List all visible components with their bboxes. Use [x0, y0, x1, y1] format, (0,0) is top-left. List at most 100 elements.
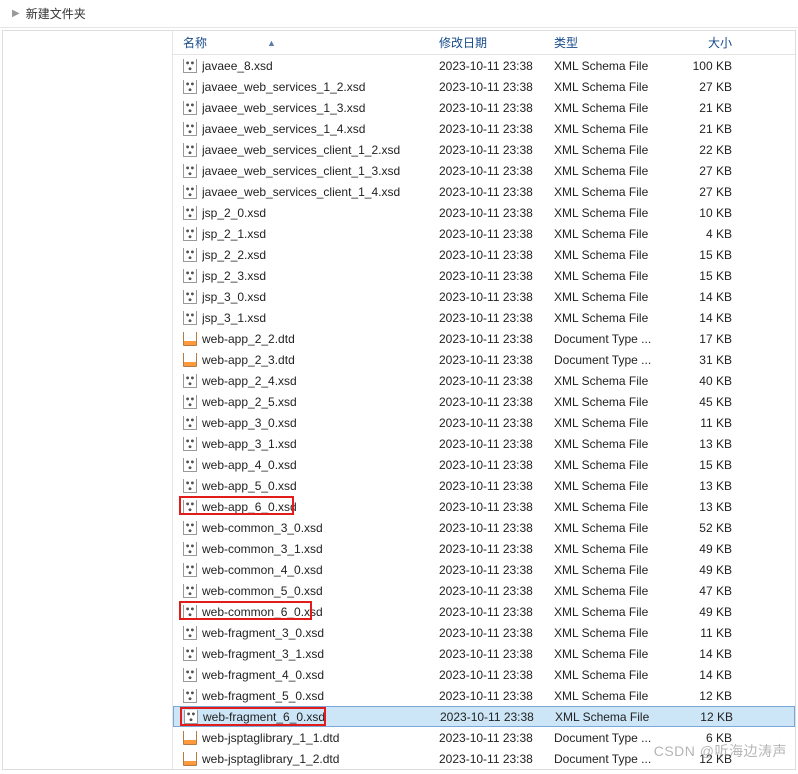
table-row[interactable]: web-app_2_4.xsd2023-10-11 23:38XML Schem… — [173, 370, 795, 391]
table-row[interactable]: web-app_6_0.xsd2023-10-11 23:38XML Schem… — [173, 496, 795, 517]
table-row[interactable]: jsp_2_0.xsd2023-10-11 23:38XML Schema Fi… — [173, 202, 795, 223]
xsd-file-icon — [183, 248, 197, 262]
file-name: web-fragment_3_1.xsd — [202, 647, 324, 661]
file-size: 15 KB — [668, 248, 738, 262]
table-row[interactable]: javaee_web_services_client_1_4.xsd2023-1… — [173, 181, 795, 202]
file-type: Document Type ... — [548, 752, 668, 766]
file-name: web-app_4_0.xsd — [202, 458, 297, 472]
file-name: jsp_3_0.xsd — [202, 290, 266, 304]
file-size: 45 KB — [668, 395, 738, 409]
table-row[interactable]: web-common_3_0.xsd2023-10-11 23:38XML Sc… — [173, 517, 795, 538]
table-row[interactable]: javaee_web_services_1_4.xsd 2023-10-11 23… — [173, 118, 795, 139]
column-headers: 名称 ▲ 修改日期 类型 大小 — [173, 31, 795, 55]
file-date: 2023-10-11 23:38 — [434, 710, 549, 724]
column-header-type[interactable]: 类型 — [548, 31, 668, 54]
file-name: web-app_6_0.xsd — [202, 500, 297, 514]
table-row[interactable]: web-fragment_3_0.xsd2023-10-11 23:38XML … — [173, 622, 795, 643]
table-row[interactable]: javaee_8.xsd2023-10-11 23:38XML Schema F… — [173, 55, 795, 76]
file-type: XML Schema File — [548, 584, 668, 598]
file-name: web-app_5_0.xsd — [202, 479, 297, 493]
table-row[interactable]: web-app_4_0.xsd2023-10-11 23:38XML Schem… — [173, 454, 795, 475]
table-row[interactable]: web-app_2_5.xsd2023-10-11 23:38XML Schem… — [173, 391, 795, 412]
file-size: 11 KB — [668, 626, 738, 640]
file-size: 14 KB — [668, 647, 738, 661]
table-row[interactable]: web-fragment_4_0.xsd2023-10-11 23:38XML … — [173, 664, 795, 685]
file-type: XML Schema File — [548, 689, 668, 703]
file-type: XML Schema File — [548, 437, 668, 451]
file-size: 49 KB — [668, 605, 738, 619]
file-size: 49 KB — [668, 542, 738, 556]
xsd-file-icon — [183, 101, 197, 115]
table-row[interactable]: web-common_6_0.xsd2023-10-11 23:38XML Sc… — [173, 601, 795, 622]
file-name: web-common_4_0.xsd — [202, 563, 323, 577]
table-row[interactable]: javaee_web_services_1_2.xsd2023-10-11 23… — [173, 76, 795, 97]
file-date: 2023-10-11 23:38 — [433, 731, 548, 745]
file-name: web-app_2_5.xsd — [202, 395, 297, 409]
file-type: XML Schema File — [548, 479, 668, 493]
file-type: XML Schema File — [548, 185, 668, 199]
file-name: javaee_web_services_1_4.xsd — [202, 122, 365, 136]
column-header-name[interactable]: 名称 ▲ — [173, 31, 433, 54]
file-type: XML Schema File — [548, 290, 668, 304]
table-row[interactable]: web-app_3_1.xsd2023-10-11 23:38XML Schem… — [173, 433, 795, 454]
file-explorer-pane: 名称 ▲ 修改日期 类型 大小 javaee_8.xsd2023-10-11 2… — [2, 30, 796, 770]
breadcrumb-label: 新建文件夹 — [26, 5, 86, 22]
file-date: 2023-10-11 23:38 — [433, 122, 548, 136]
file-size: 21 KB — [668, 101, 738, 115]
table-row[interactable]: web-fragment_3_1.xsd2023-10-11 23:38XML … — [173, 643, 795, 664]
column-header-size[interactable]: 大小 — [668, 31, 738, 54]
table-row[interactable]: javaee_web_services_client_1_2.xsd2023-1… — [173, 139, 795, 160]
file-type: XML Schema File — [548, 668, 668, 682]
file-name: javaee_web_services_client_1_2.xsd — [202, 143, 400, 157]
breadcrumb[interactable]: ▶ 新建文件夹 — [0, 0, 798, 28]
file-name: web-app_2_3.dtd — [202, 353, 295, 367]
table-row[interactable]: web-common_3_1.xsd2023-10-11 23:38XML Sc… — [173, 538, 795, 559]
table-row[interactable]: web-fragment_6_0.xsd2023-10-11 23:38XML … — [173, 706, 795, 727]
file-type: XML Schema File — [548, 143, 668, 157]
table-row[interactable]: web-app_2_2.dtd2023-10-11 23:38Document … — [173, 328, 795, 349]
file-name: web-jsptaglibrary_1_1.dtd — [202, 731, 339, 745]
file-size: 31 KB — [668, 353, 738, 367]
table-row[interactable]: jsp_2_3.xsd2023-10-11 23:38XML Schema Fi… — [173, 265, 795, 286]
table-row[interactable]: jsp_2_2.xsd2023-10-11 23:38XML Schema Fi… — [173, 244, 795, 265]
table-row[interactable]: web-fragment_5_0.xsd2023-10-11 23:38XML … — [173, 685, 795, 706]
table-row[interactable]: jsp_2_1.xsd2023-10-11 23:38XML Schema Fi… — [173, 223, 795, 244]
file-size: 17 KB — [668, 332, 738, 346]
file-date: 2023-10-11 23:38 — [433, 542, 548, 556]
table-row[interactable]: web-app_5_0.xsd2023-10-11 23:38XML Schem… — [173, 475, 795, 496]
file-date: 2023-10-11 23:38 — [433, 500, 548, 514]
file-name: jsp_2_0.xsd — [202, 206, 266, 220]
file-name: web-common_6_0.xsd — [202, 605, 323, 619]
file-type: XML Schema File — [548, 395, 668, 409]
file-type: XML Schema File — [548, 605, 668, 619]
table-row[interactable]: web-app_2_3.dtd2023-10-11 23:38Document … — [173, 349, 795, 370]
table-row[interactable]: javaee_web_services_1_3.xsd2023-10-11 23… — [173, 97, 795, 118]
table-row[interactable]: web-jsptaglibrary_1_1.dtd 2023-10-11 23:3… — [173, 727, 795, 748]
file-name: javaee_web_services_1_3.xsd — [202, 101, 365, 115]
file-name: web-common_3_1.xsd — [202, 542, 323, 556]
file-date: 2023-10-11 23:38 — [433, 269, 548, 283]
table-row[interactable]: web-app_3_0.xsd2023-10-11 23:38XML Schem… — [173, 412, 795, 433]
table-row[interactable]: web-common_4_0.xsd2023-10-11 23:38XML Sc… — [173, 559, 795, 580]
table-row[interactable]: web-common_5_0.xsd2023-10-11 23:38XML Sc… — [173, 580, 795, 601]
table-row[interactable]: jsp_3_0.xsd2023-10-11 23:38XML Schema Fi… — [173, 286, 795, 307]
file-date: 2023-10-11 23:38 — [433, 752, 548, 766]
table-row[interactable]: web-jsptaglibrary_1_2.dtd2023-10-11 23:3… — [173, 748, 795, 769]
dtd-file-icon — [183, 731, 197, 745]
file-size: 14 KB — [668, 668, 738, 682]
table-row[interactable]: javaee_web_services_client_1_3.xsd2023-1… — [173, 160, 795, 181]
file-date: 2023-10-11 23:38 — [433, 353, 548, 367]
xsd-file-icon — [183, 563, 197, 577]
file-name: web-fragment_3_0.xsd — [202, 626, 324, 640]
table-row[interactable]: jsp_3_1.xsd2023-10-11 23:38XML Schema Fi… — [173, 307, 795, 328]
xsd-file-icon — [183, 437, 197, 451]
file-size: 27 KB — [668, 185, 738, 199]
navigation-pane[interactable] — [3, 31, 173, 769]
file-size: 21 KB — [668, 122, 738, 136]
file-size: 12 KB — [668, 689, 738, 703]
file-type: XML Schema File — [548, 122, 668, 136]
file-name: web-app_3_1.xsd — [202, 437, 297, 451]
column-header-date[interactable]: 修改日期 — [433, 31, 548, 54]
file-date: 2023-10-11 23:38 — [433, 668, 548, 682]
file-date: 2023-10-11 23:38 — [433, 458, 548, 472]
